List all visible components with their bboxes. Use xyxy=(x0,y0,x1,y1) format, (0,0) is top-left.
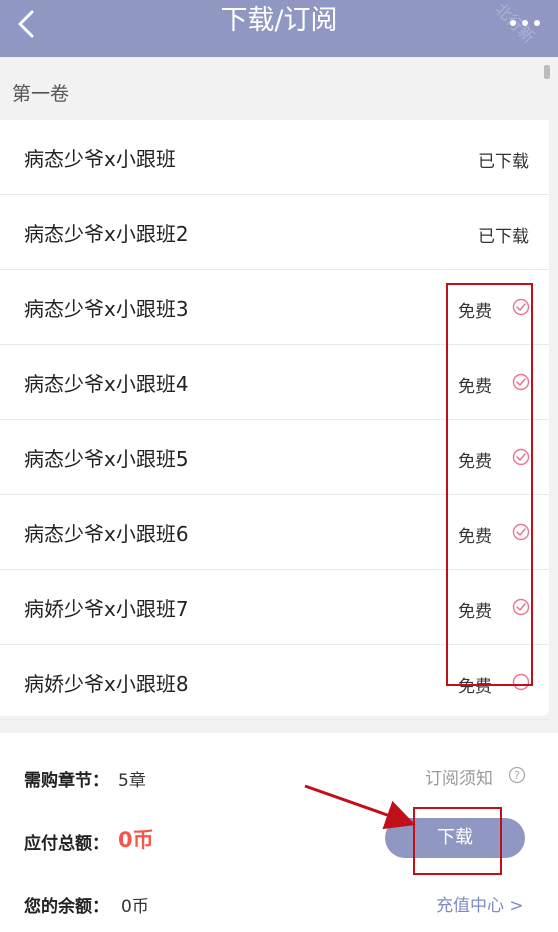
chapter-list-panel: 第一卷 病态少爷x小跟班 已下载 病态少爷x小跟班2 已下载 病态少爷x小跟班3 免费 病态… xyxy=(0,57,558,733)
chapter-row[interactable]: 病态少爷x小跟班3 免费 xyxy=(0,270,549,345)
free-status: 免费 xyxy=(458,452,492,472)
chapter-row[interactable]: 病态少爷x小跟班2 已下载 xyxy=(0,195,549,270)
scrollbar[interactable] xyxy=(544,65,550,79)
unchecked-circle-icon[interactable] xyxy=(512,673,530,691)
purchase-summary-panel: 需购章节： 5章 订阅须知 ? 应付总额： 0币 下载 您的余额： 0币 充值中… xyxy=(0,733,558,932)
checked-circle-icon[interactable] xyxy=(512,373,530,391)
balance-value: 0币 xyxy=(121,897,149,917)
chapter-row[interactable]: 病娇少爷x小跟班7 免费 xyxy=(0,570,549,645)
total-amount-label: 应付总额： xyxy=(24,834,109,854)
free-status: 免费 xyxy=(458,302,492,322)
free-status: 免费 xyxy=(458,377,492,397)
page-title: 下载/订阅 xyxy=(220,5,338,36)
chapter-name: 病态少爷x小跟班5 xyxy=(24,447,189,471)
chapter-name: 病态少爷x小跟班3 xyxy=(24,297,189,321)
chapter-name: 病娇少爷x小跟班7 xyxy=(24,597,189,621)
chapter-name: 病态少爷x小跟班 xyxy=(24,147,176,171)
chapter-name: 病态少爷x小跟班4 xyxy=(24,372,189,396)
chapter-name: 病娇少爷x小跟班8 xyxy=(24,672,189,696)
free-status: 免费 xyxy=(458,677,492,697)
chapter-row[interactable]: 病娇少爷x小跟班8 免费 xyxy=(0,645,549,720)
checked-circle-icon[interactable] xyxy=(512,523,530,541)
total-amount-value: 0币 xyxy=(118,828,154,852)
chapter-row[interactable]: 病态少爷x小跟班4 免费 xyxy=(0,345,549,420)
checked-circle-icon[interactable] xyxy=(512,448,530,466)
recharge-center-link[interactable]: 充值中心 > xyxy=(436,891,524,916)
checked-circle-icon[interactable] xyxy=(512,298,530,316)
free-status: 免费 xyxy=(458,527,492,547)
top-bar: 下载/订阅 北行新 xyxy=(0,0,558,57)
checked-circle-icon[interactable] xyxy=(512,598,530,616)
chapter-name: 病态少爷x小跟班6 xyxy=(24,522,189,546)
chapter-list: 病态少爷x小跟班 已下载 病态少爷x小跟班2 已下载 病态少爷x小跟班3 免费 病态少爷x小… xyxy=(0,120,549,720)
svg-text:?: ? xyxy=(514,769,520,782)
need-chapters-value: 5章 xyxy=(118,771,146,791)
balance-label: 您的余额： xyxy=(24,897,109,917)
help-icon[interactable]: ? xyxy=(508,766,526,784)
more-button[interactable] xyxy=(510,8,544,38)
downloaded-status: 已下载 xyxy=(478,227,529,247)
volume-title: 第一卷 xyxy=(12,83,70,105)
downloaded-status: 已下载 xyxy=(478,152,529,172)
chapter-row[interactable]: 病态少爷x小跟班6 免费 xyxy=(0,495,549,570)
volume-header: 第一卷 xyxy=(0,57,558,121)
chapter-row[interactable]: 病态少爷x小跟班5 免费 xyxy=(0,420,549,495)
free-status: 免费 xyxy=(458,602,492,622)
download-button[interactable]: 下载 xyxy=(385,818,525,858)
subscription-notice-link[interactable]: 订阅须知 xyxy=(425,764,493,789)
more-dots-icon xyxy=(510,20,516,26)
chapter-row[interactable]: 病态少爷x小跟班 已下载 xyxy=(0,120,549,195)
need-chapters-label: 需购章节： xyxy=(24,771,109,791)
chapter-name: 病态少爷x小跟班2 xyxy=(24,222,189,246)
